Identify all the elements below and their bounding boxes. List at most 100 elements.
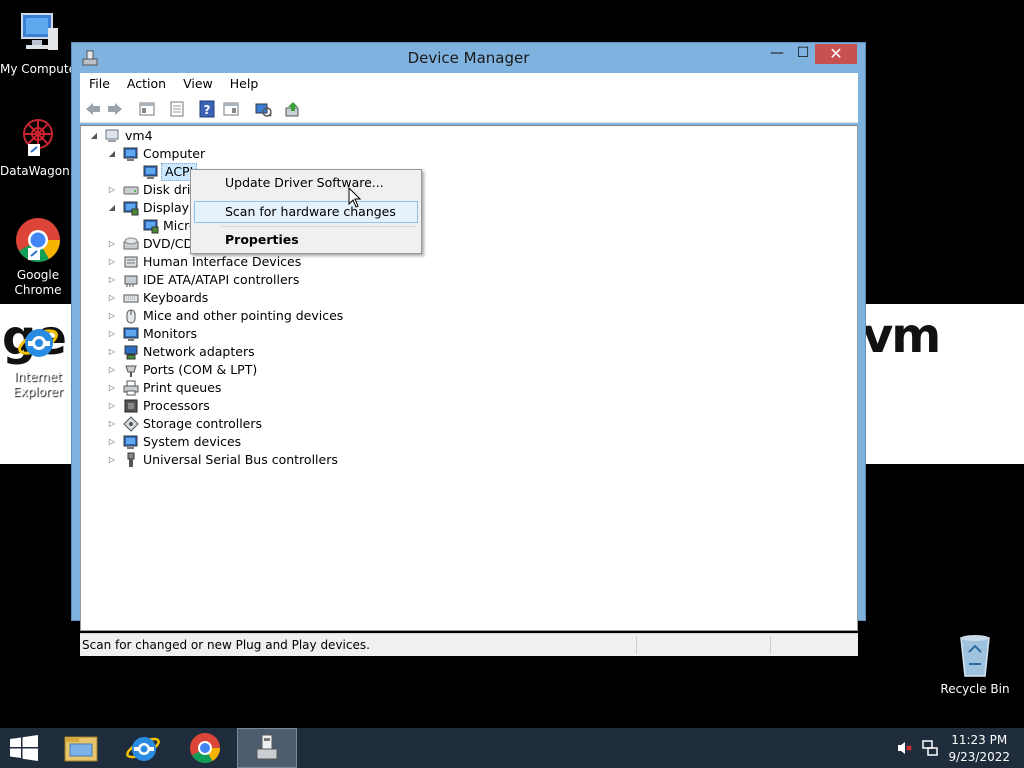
processor-icon xyxy=(123,398,139,414)
expand-arrow-icon[interactable]: ▷ xyxy=(107,235,117,253)
tree-node-network-adapters[interactable]: ▷ Network adapters xyxy=(107,343,407,361)
expand-arrow-icon[interactable]: ▷ xyxy=(107,253,117,271)
taskbar: 11:23 PM 9/23/2022 xyxy=(0,728,1024,768)
menu-item-properties[interactable]: Properties xyxy=(194,229,418,251)
system-device-icon xyxy=(123,434,139,450)
tree-node-label: Storage controllers xyxy=(143,416,263,431)
toolbar: ? xyxy=(80,95,858,123)
scan-hardware-icon[interactable] xyxy=(254,100,272,118)
maximize-button[interactable]: ☐ xyxy=(792,44,814,64)
expand-arrow-icon[interactable]: ▷ xyxy=(107,361,117,379)
tree-node-label: Keyboards xyxy=(143,290,209,305)
tree-node-ide-ata-atapi[interactable]: ▷ IDE ATA/ATAPI controllers xyxy=(107,271,407,289)
desktop-icon-label: Recycle Bin xyxy=(940,682,1010,696)
expand-arrow-icon[interactable]: ▷ xyxy=(107,379,117,397)
expand-arrow-icon[interactable]: ▷ xyxy=(107,289,117,307)
network-icon[interactable] xyxy=(921,740,939,756)
properties-list-icon[interactable] xyxy=(168,100,186,118)
tree-node-computer[interactable]: ◢ Computer xyxy=(107,145,307,163)
tree-node-keyboards[interactable]: ▷ Keyboards xyxy=(107,289,407,307)
network-adapter-icon xyxy=(123,344,139,360)
printer-icon xyxy=(123,380,139,396)
tree-node-root[interactable]: ◢ vm4 xyxy=(89,127,289,145)
tree-node-label: Network adapters xyxy=(143,344,255,359)
tree-node-label: Monitors xyxy=(143,326,198,341)
menu-help[interactable]: Help xyxy=(221,73,267,95)
tree-node-label: IDE ATA/ATAPI controllers xyxy=(143,272,300,287)
tree-node-label: Ports (COM & LPT) xyxy=(143,362,258,377)
computer-category-icon xyxy=(123,146,139,162)
port-icon xyxy=(123,362,139,378)
status-bar: Scan for changed or new Plug and Play de… xyxy=(80,633,858,656)
forward-icon[interactable] xyxy=(106,100,124,118)
dvd-drive-icon xyxy=(123,236,139,252)
back-icon[interactable] xyxy=(84,100,102,118)
menu-file[interactable]: File xyxy=(80,73,118,95)
device-manager-window: Device Manager — ☐ ✕ File Action View Help … xyxy=(71,42,866,656)
chrome-icon xyxy=(14,216,62,264)
minimize-button[interactable]: — xyxy=(766,44,788,64)
tree-node-system-devices[interactable]: ▷ System devices xyxy=(107,433,407,451)
action-pane-icon[interactable] xyxy=(222,100,240,118)
expand-arrow-icon[interactable]: ▷ xyxy=(107,271,117,289)
tree-node-processors[interactable]: ▷ Processors xyxy=(107,397,407,415)
window-title: Device Manager xyxy=(407,49,530,67)
tree-node-print-queues[interactable]: ▷ Print queues xyxy=(107,379,407,397)
status-divider xyxy=(770,636,771,654)
desktop-icon-label: Google Chrome xyxy=(14,268,62,297)
menu-view[interactable]: View xyxy=(174,73,221,95)
tree-node-human-interface-devices[interactable]: ▷ Human Interface Devices xyxy=(107,253,407,271)
menu-action[interactable]: Action xyxy=(118,73,174,95)
collapse-arrow-icon[interactable]: ◢ xyxy=(89,127,99,145)
expand-arrow-icon[interactable]: ▷ xyxy=(107,307,117,325)
mouse-icon xyxy=(123,308,139,324)
mouse-cursor-icon xyxy=(348,186,362,209)
tree-node-label: System devices xyxy=(143,434,242,449)
collapse-arrow-icon[interactable]: ◢ xyxy=(107,199,117,217)
expand-arrow-icon[interactable]: ▷ xyxy=(107,451,117,469)
clock-time: 11:23 PM xyxy=(951,733,1008,747)
tree-node-mice[interactable]: ▷ Mice and other pointing devices xyxy=(107,307,407,325)
tree-node-label: Mice and other pointing devices xyxy=(143,308,344,323)
usb-icon xyxy=(123,452,139,468)
volume-muted-icon[interactable] xyxy=(896,740,914,756)
computer-small-icon xyxy=(105,128,121,144)
update-driver-icon[interactable] xyxy=(284,100,302,118)
taskbar-google-chrome[interactable] xyxy=(175,728,235,768)
desktop-icon-my-computer[interactable]: My Compute xyxy=(0,10,76,77)
expand-arrow-icon[interactable]: ▷ xyxy=(107,397,117,415)
desktop-icon-datawagon[interactable]: DataWagon... xyxy=(0,112,82,179)
expand-arrow-icon[interactable]: ▷ xyxy=(107,325,117,343)
menu-item-scan-hardware[interactable]: Scan for hardware changes xyxy=(194,201,418,223)
expand-arrow-icon[interactable]: ▷ xyxy=(107,415,117,433)
show-hide-console-tree-icon[interactable] xyxy=(138,100,156,118)
collapse-arrow-icon[interactable]: ◢ xyxy=(107,145,117,163)
taskbar-internet-explorer[interactable] xyxy=(113,728,173,768)
taskbar-device-manager[interactable] xyxy=(237,728,297,768)
expand-arrow-icon[interactable]: ▷ xyxy=(107,181,117,199)
help-icon[interactable]: ? xyxy=(198,100,216,118)
desktop-icon-recycle-bin[interactable]: Recycle Bin xyxy=(936,630,1014,697)
taskbar-file-explorer[interactable] xyxy=(50,728,110,768)
desktop-icon-google-chrome[interactable]: Google Chrome xyxy=(0,216,76,298)
desktop-icon-label: DataWagon... xyxy=(0,164,82,178)
tree-node-ports[interactable]: ▷ Ports (COM & LPT) xyxy=(107,361,407,379)
tree-node-storage-controllers[interactable]: ▷ Storage controllers xyxy=(107,415,407,433)
keyboard-icon xyxy=(123,290,139,306)
svg-text:?: ? xyxy=(204,103,211,117)
recycle-bin-icon xyxy=(951,630,999,678)
close-button[interactable]: ✕ xyxy=(815,44,857,64)
menu-item-update-driver[interactable]: Update Driver Software... xyxy=(194,172,418,194)
display-adapter-icon xyxy=(123,200,139,216)
system-clock[interactable]: 11:23 PM 9/23/2022 xyxy=(948,732,1010,766)
storage-controller-icon xyxy=(123,416,139,432)
monitor-icon xyxy=(123,326,139,342)
desktop-icon-internet-explorer[interactable]: Internet Explorer xyxy=(0,318,76,400)
desktop-icon-label: Internet Explorer xyxy=(13,370,63,399)
tree-node-usb-controllers[interactable]: ▷ Universal Serial Bus controllers xyxy=(107,451,407,469)
expand-arrow-icon[interactable]: ▷ xyxy=(107,343,117,361)
disk-drive-icon xyxy=(123,182,139,198)
tree-node-monitors[interactable]: ▷ Monitors xyxy=(107,325,407,343)
expand-arrow-icon[interactable]: ▷ xyxy=(107,433,117,451)
title-bar[interactable]: Device Manager — ☐ ✕ xyxy=(72,43,865,73)
